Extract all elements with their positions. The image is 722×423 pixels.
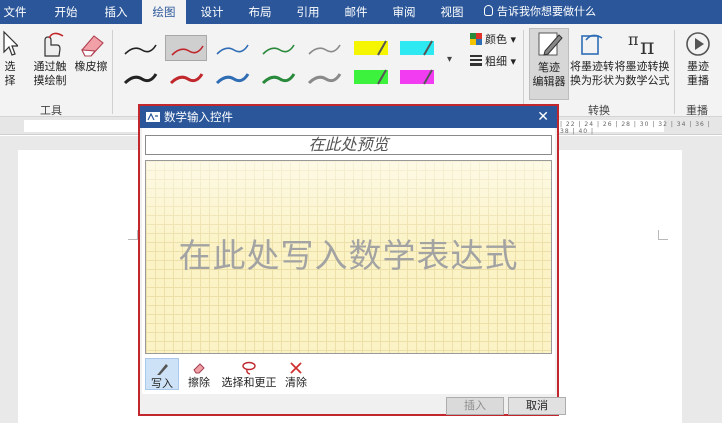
math-input-icon (146, 112, 160, 122)
pen-gray-thin[interactable] (303, 35, 345, 61)
write-tool-label: 写入 (151, 377, 173, 390)
color-button[interactable]: 颜色 ▾ (470, 33, 516, 47)
ribbon-tab-bar: 文件 开始 插入 绘图 设计 布局 引用 邮件 审阅 视图 告诉我你想要做什么 (0, 0, 722, 24)
eraser-icon (81, 35, 104, 57)
ink-editor-label-2: 编辑器 (532, 75, 566, 88)
lightbulb-icon (484, 5, 493, 16)
tab-review[interactable]: 审阅 (382, 0, 426, 24)
svg-text:π: π (640, 35, 654, 58)
group-divider (674, 30, 675, 114)
gallery-more-icon[interactable]: ▾ (447, 54, 452, 65)
pen-black-thick[interactable] (119, 64, 161, 90)
tools-group-label: 工具 (40, 104, 62, 117)
cursor-icon (3, 30, 18, 56)
tell-me-text: 告诉我你想要做什么 (497, 5, 596, 18)
ink-replay-label-1: 墨迹 (687, 60, 709, 73)
group-divider (112, 30, 113, 114)
group-divider (523, 30, 524, 114)
select-correct-tool-button[interactable]: 选择和更正 (219, 358, 279, 390)
erase-tool-label: 擦除 (188, 376, 210, 389)
touch-draw-button[interactable]: 通过触 摸绘制 (30, 30, 70, 88)
ruler-ticks: | 22 | 24 | 26 | 28 | 30 | 32 | 34 | 36 … (560, 121, 711, 135)
close-icon[interactable]: ✕ (537, 106, 549, 128)
clear-tool-label: 清除 (285, 376, 307, 389)
highlighter-yellow[interactable] (349, 35, 391, 61)
tab-layout[interactable]: 布局 (238, 0, 282, 24)
touch-draw-label-1: 通过触 (33, 60, 67, 73)
ink-editor-label-1: 笔迹 (538, 61, 560, 74)
pi-math-icon: π π (628, 30, 654, 58)
write-tool-button[interactable]: 写入 (145, 358, 179, 390)
tab-design[interactable]: 设计 (190, 0, 234, 24)
dialog-title-bar[interactable]: 数学输入控件 ✕ (140, 106, 557, 128)
pen-icon (157, 364, 168, 375)
eraser-label: 橡皮擦 (74, 60, 108, 73)
highlighter-green[interactable] (349, 64, 391, 90)
insert-button[interactable]: 插入 (446, 397, 504, 415)
thickness-label: 粗细 (485, 55, 507, 68)
ink-to-shape-label-2: 换为形状 (570, 74, 614, 87)
ink-to-math-label-2: 为数学公式 (614, 74, 670, 87)
lasso-icon (242, 361, 256, 375)
line-weight-icon (470, 55, 482, 67)
highlighter-cyan[interactable] (395, 35, 437, 61)
crop-mark (128, 230, 138, 240)
dialog-body: 在此处预览 在此处写入数学表达式 写入 擦除 选择和更正 清除 插入 取消 (142, 128, 566, 415)
select-correct-label: 选择和更正 (221, 376, 277, 389)
ink-editor-button[interactable]: 笔迹 编辑器 (529, 28, 569, 100)
pen-green-thin[interactable] (257, 35, 299, 61)
palette-icon (470, 33, 482, 45)
touch-hand-icon (44, 32, 64, 57)
svg-text:π: π (628, 30, 639, 49)
select-button[interactable]: 选 择 (0, 30, 20, 88)
ink-editor-icon (538, 32, 563, 56)
clear-tool-button[interactable]: 清除 (283, 358, 309, 390)
convert-group-label: 转换 (588, 104, 610, 117)
tab-mailings[interactable]: 邮件 (334, 0, 378, 24)
tell-me-search[interactable]: 告诉我你想要做什么 (484, 0, 596, 24)
writing-pad-hint: 在此处写入数学表达式 (178, 236, 519, 275)
select-label-2: 择 (4, 74, 16, 87)
dialog-title: 数学输入控件 (164, 110, 233, 124)
writing-pad[interactable]: 在此处写入数学表达式 (145, 160, 552, 354)
eraser-icon (193, 363, 205, 374)
ink-to-math-button[interactable]: π π 将墨迹转换 为数学公式 (614, 30, 670, 88)
preview-box: 在此处预览 (145, 135, 552, 155)
clear-icon (290, 362, 302, 374)
pen-gray-thick[interactable] (303, 64, 345, 90)
pen-red-thick[interactable] (165, 64, 207, 90)
cancel-button[interactable]: 取消 (508, 397, 566, 415)
ink-replay-button[interactable]: 墨迹 重播 (680, 30, 716, 88)
replay-icon (686, 32, 710, 56)
replay-group-label: 重播 (686, 104, 708, 117)
select-label-1: 选 (4, 60, 16, 73)
tab-references[interactable]: 引用 (286, 0, 330, 24)
pen-blue-thick[interactable] (211, 64, 253, 90)
pen-red-thin[interactable] (165, 35, 207, 61)
ink-to-shape-icon (581, 34, 603, 55)
tab-file[interactable]: 文件 (0, 0, 30, 24)
dialog-footer: 插入 取消 (142, 394, 566, 415)
tab-draw[interactable]: 绘图 (142, 0, 186, 24)
pen-green-thick[interactable] (257, 64, 299, 90)
highlighter-magenta[interactable] (395, 64, 437, 90)
thickness-button[interactable]: 粗细 ▾ (470, 55, 516, 69)
color-label: 颜色 (485, 33, 507, 46)
tab-home[interactable]: 开始 (44, 0, 88, 24)
ink-to-shape-button[interactable]: 将墨迹转 换为形状 (570, 30, 614, 88)
tab-insert[interactable]: 插入 (94, 0, 138, 24)
ink-replay-label-2: 重播 (687, 74, 709, 87)
erase-tool-button[interactable]: 擦除 (183, 358, 215, 390)
ink-to-math-label-1: 将墨迹转换 (614, 60, 670, 73)
pen-black-thin[interactable] (119, 35, 161, 61)
eraser-button[interactable]: 橡皮擦 (72, 30, 110, 74)
pen-blue-thin[interactable] (211, 35, 253, 61)
tab-view[interactable]: 视图 (430, 0, 474, 24)
crop-mark (658, 230, 668, 240)
touch-draw-label-2: 摸绘制 (33, 74, 67, 87)
math-input-dialog: 数学输入控件 ✕ 在此处预览 在此处写入数学表达式 写入 擦除 选择和更正 清除 (138, 104, 566, 416)
pen-gallery (115, 32, 455, 92)
ink-to-shape-label-1: 将墨迹转 (570, 60, 614, 73)
